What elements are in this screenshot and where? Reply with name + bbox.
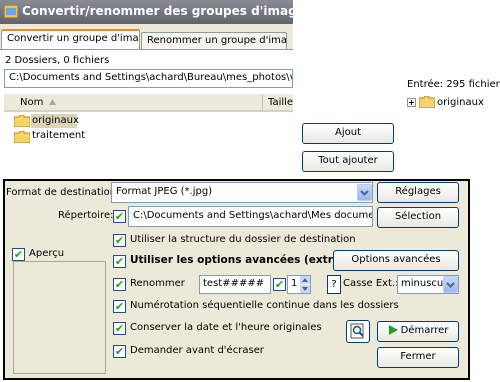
chevron-down-icon[interactable] <box>357 184 372 201</box>
column-name[interactable]: Nom <box>20 97 43 108</box>
use-structure-label: Utiliser la structure du dossier de dest… <box>130 234 356 245</box>
format-select[interactable]: Format JPEG (*.jpg) <box>111 182 373 203</box>
ask-overwrite-checkbox[interactable]: ✔ <box>113 345 126 358</box>
rename-counter-checkbox[interactable]: ✔ <box>273 278 286 291</box>
folder-icon <box>14 115 30 127</box>
sequential-label: Numérotation séquentielle continue dans … <box>130 300 399 311</box>
add-button[interactable]: Ajout <box>302 123 394 144</box>
magnifier-icon <box>350 323 364 339</box>
stepper-down-icon[interactable] <box>300 285 310 293</box>
stepper-up-icon[interactable] <box>300 276 310 284</box>
entries-count: Entrée: 295 fichiers <box>407 79 500 90</box>
list-item[interactable]: traitement <box>32 130 85 141</box>
list-item[interactable]: originaux <box>32 115 79 126</box>
close-button[interactable]: Fermer <box>377 347 459 368</box>
use-structure-checkbox[interactable]: ✔ <box>113 234 126 247</box>
rename-pattern-input[interactable]: test##### <box>199 275 271 294</box>
folder-count: 2 Dossiers, 0 fichiers <box>5 55 110 66</box>
advanced-options-button[interactable]: Options avancées <box>333 250 459 271</box>
ask-overwrite-label: Demander avant d'écraser <box>130 345 264 356</box>
start-label: Démarrer <box>400 325 449 336</box>
column-size[interactable]: Taille <box>268 97 293 108</box>
column-divider[interactable] <box>262 95 263 111</box>
rename-label: Renommer <box>130 278 185 289</box>
keep-date-checkbox[interactable]: ✔ <box>113 322 126 335</box>
directory-field[interactable]: C:\Documents and Settings\achard\Mes doc… <box>128 206 373 227</box>
selection-button[interactable]: Sélection <box>377 207 459 228</box>
case-label: Casse Ext.: <box>343 278 399 289</box>
keep-date-label: Conserver la date et l'heure originales <box>130 322 322 333</box>
preview-area <box>13 261 106 374</box>
settings-button[interactable]: Réglages <box>377 182 459 203</box>
rename-checkbox[interactable]: ✔ <box>113 278 126 291</box>
directory-label: Répertoire: <box>58 210 114 221</box>
add-all-button[interactable]: Tout ajouter <box>302 151 394 172</box>
tree-item[interactable]: originaux <box>437 97 484 108</box>
chevron-down-icon[interactable] <box>443 276 458 293</box>
folder-icon <box>419 96 435 108</box>
preview-label: Aperçu <box>29 248 65 259</box>
path-field[interactable]: C:\Documents and Settings\achard\Bureau\… <box>4 69 293 88</box>
start-button[interactable]: Démarrer <box>377 321 459 342</box>
app-icon <box>4 5 18 18</box>
format-label: Format de destination: <box>6 187 120 198</box>
play-icon <box>388 325 398 335</box>
folder-icon <box>14 131 30 143</box>
sequential-checkbox[interactable]: ✔ <box>113 300 126 313</box>
expand-icon[interactable] <box>407 98 416 107</box>
tab-rename[interactable]: Renommer un groupe d'images <box>141 32 287 50</box>
preview-button[interactable] <box>346 320 370 343</box>
column-header <box>4 94 293 112</box>
help-button[interactable]: ? <box>327 275 341 294</box>
preview-checkbox[interactable]: ✔ <box>12 248 25 261</box>
pane-divider <box>293 0 300 181</box>
directory-checkbox[interactable]: ✔ <box>113 210 126 223</box>
window-title: Convertir/renommer des groupes d'images <box>22 4 312 18</box>
sort-arrow-icon <box>49 99 56 105</box>
use-advanced-checkbox[interactable]: ✔ <box>113 255 126 268</box>
tab-convert[interactable]: Convertir un groupe d'images <box>1 29 140 49</box>
